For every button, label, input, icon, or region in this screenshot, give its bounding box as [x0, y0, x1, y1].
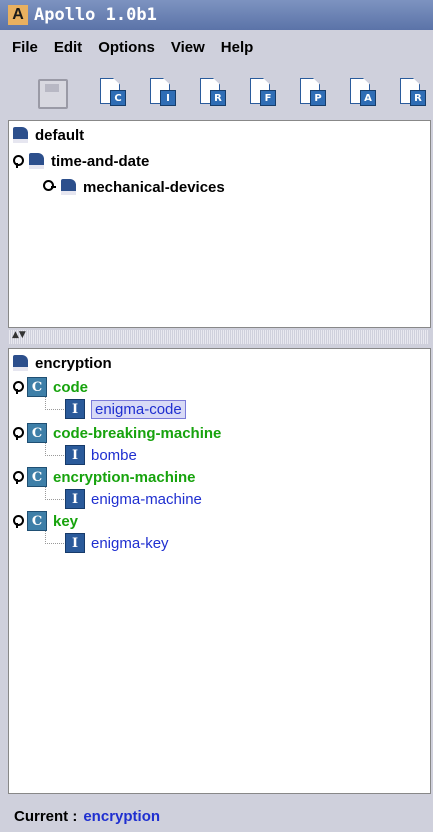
tree-connector — [45, 397, 64, 410]
node-label: mechanical-devices — [83, 178, 225, 196]
menu-view[interactable]: View — [171, 39, 205, 56]
class-icon: C — [27, 511, 47, 531]
class-label: key — [53, 512, 79, 530]
book-icon — [11, 353, 31, 373]
menu-help[interactable]: Help — [221, 39, 254, 56]
status-value: encryption — [83, 807, 161, 825]
collapse-toggle-icon[interactable] — [42, 181, 56, 193]
instance-node-enigma-code[interactable]: I enigma-code — [65, 397, 186, 421]
toolbar: C I R F P A R — [0, 64, 433, 116]
node-label: default — [35, 126, 85, 144]
new-rule-icon[interactable]: R — [400, 78, 426, 106]
new-class-icon[interactable]: C — [100, 78, 126, 106]
instance-node-enigma-machine[interactable]: I enigma-machine — [65, 487, 202, 511]
app-logo-icon: A — [8, 5, 28, 25]
status-bar: Current : encryption — [0, 800, 433, 832]
ontology-tree-pane[interactable]: default time-and-date mechanical-devices — [8, 120, 431, 328]
menu-edit[interactable]: Edit — [54, 39, 82, 56]
expand-toggle-icon[interactable] — [11, 426, 24, 440]
tree-connector — [45, 487, 64, 500]
expand-toggle-icon[interactable] — [11, 380, 24, 394]
class-node-key[interactable]: C key — [11, 509, 78, 533]
window-title: Apollo 1.0b1 — [34, 5, 157, 25]
new-relation-icon[interactable]: R — [200, 78, 226, 106]
divider-arrows-icon[interactable]: ▲▼ — [12, 330, 26, 340]
save-icon[interactable] — [38, 79, 68, 109]
new-property-icon[interactable]: P — [300, 78, 326, 106]
new-axiom-icon[interactable]: A — [350, 78, 376, 106]
new-instance-icon[interactable]: I — [150, 78, 176, 106]
tree-connector — [45, 443, 64, 456]
status-label: Current : — [14, 807, 78, 825]
class-node-code[interactable]: C code — [11, 375, 88, 399]
app-window: A Apollo 1.0b1 File Edit Options View He… — [0, 0, 433, 832]
class-label: code — [53, 378, 89, 396]
class-node-encryption-machine[interactable]: C encryption-machine — [11, 465, 196, 489]
class-node-code-breaking-machine[interactable]: C code-breaking-machine — [11, 421, 221, 445]
instance-label-selected: enigma-code — [91, 399, 186, 419]
menu-bar: File Edit Options View Help — [0, 31, 433, 63]
book-icon — [11, 125, 31, 145]
instance-icon: I — [65, 399, 85, 419]
menu-file[interactable]: File — [12, 39, 38, 56]
tree-connector — [45, 531, 64, 544]
class-icon: C — [27, 423, 47, 443]
class-icon: C — [27, 377, 47, 397]
tree-node-default[interactable]: default — [11, 123, 84, 147]
tree-node-mechanical-devices[interactable]: mechanical-devices — [43, 175, 225, 199]
class-icon: C — [27, 467, 47, 487]
instance-icon: I — [65, 489, 85, 509]
tree-node-encryption[interactable]: encryption — [11, 351, 112, 375]
instance-icon: I — [65, 445, 85, 465]
book-icon — [59, 177, 79, 197]
expand-toggle-icon[interactable] — [11, 514, 24, 528]
class-tree-pane[interactable]: encryption C code I enigma-code C code-b… — [8, 348, 431, 794]
book-icon — [27, 151, 47, 171]
tree-node-time-and-date[interactable]: time-and-date — [11, 149, 149, 173]
class-label: code-breaking-machine — [53, 424, 222, 442]
title-bar[interactable]: A Apollo 1.0b1 — [0, 0, 433, 30]
instance-label: enigma-key — [91, 534, 169, 552]
node-label: encryption — [35, 354, 112, 372]
instance-label: enigma-machine — [91, 490, 202, 508]
expand-toggle-icon[interactable] — [11, 470, 24, 484]
split-pane-divider[interactable]: ▲▼ — [8, 330, 429, 344]
class-label: encryption-machine — [53, 468, 196, 486]
instance-node-bombe[interactable]: I bombe — [65, 443, 137, 467]
instance-node-enigma-key[interactable]: I enigma-key — [65, 531, 169, 555]
instance-label: bombe — [91, 446, 137, 464]
node-label: time-and-date — [51, 152, 150, 170]
new-function-icon[interactable]: F — [250, 78, 276, 106]
instance-icon: I — [65, 533, 85, 553]
expand-toggle-icon[interactable] — [11, 154, 24, 168]
menu-options[interactable]: Options — [98, 39, 155, 56]
